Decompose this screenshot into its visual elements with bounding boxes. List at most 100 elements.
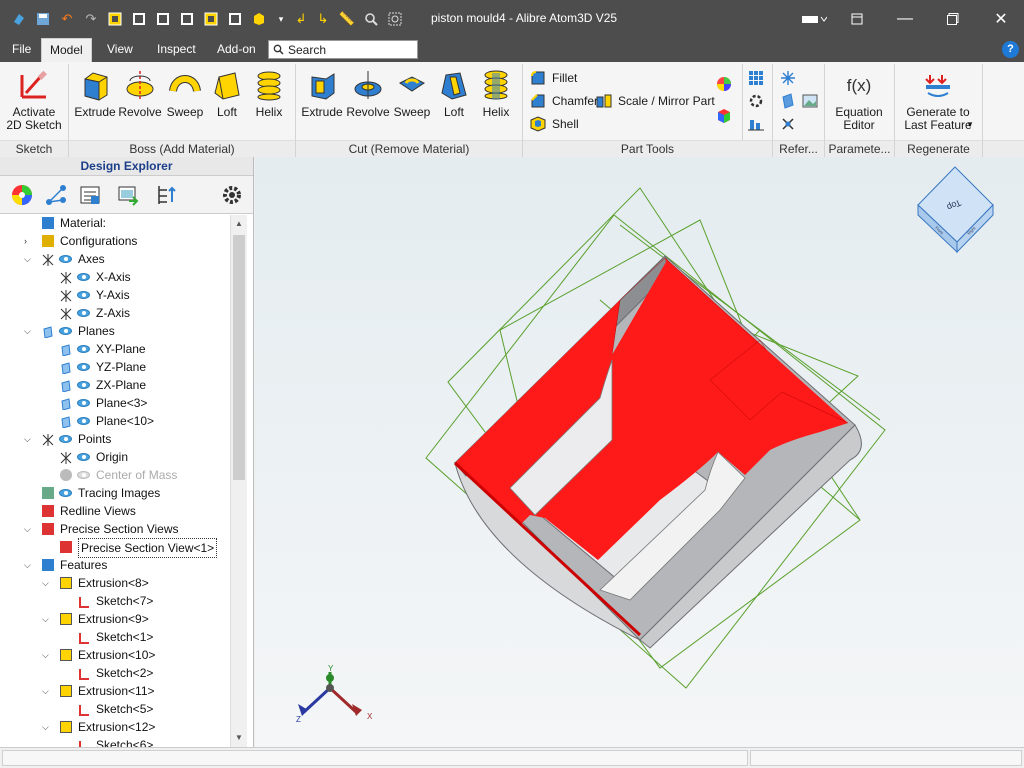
settings-gear-icon[interactable] <box>218 182 246 208</box>
view-top-icon[interactable] <box>130 10 148 28</box>
boss-loft-button[interactable]: Loft <box>206 68 248 119</box>
tree-item[interactable]: Tracing Images <box>0 484 230 502</box>
tree-item[interactable]: Sketch<2> <box>0 664 230 682</box>
collapse-chevron-icon[interactable]: ⌵ <box>24 520 34 538</box>
tree-item[interactable]: Z-Axis <box>0 304 230 322</box>
arrow-down-right-icon[interactable]: ↳ <box>314 10 332 28</box>
rollback-icon[interactable] <box>152 182 180 208</box>
cut-helix-button[interactable]: Helix <box>475 68 517 119</box>
collapse-chevron-icon[interactable]: ⌵ <box>24 250 34 268</box>
tree-item[interactable]: Sketch<5> <box>0 700 230 718</box>
collapse-chevron-icon[interactable]: ⌵ <box>24 322 34 340</box>
arrow-down-left-icon[interactable]: ↲ <box>292 10 310 28</box>
reference-axis-button[interactable] <box>780 70 796 86</box>
tree-item[interactable]: ⌵ Points <box>0 430 230 448</box>
tree-item[interactable]: ⌵ Features <box>0 556 230 574</box>
regenerate-dropdown-icon[interactable]: ▼ <box>966 120 974 129</box>
tree-item[interactable]: Precise Section View<1> <box>0 538 230 558</box>
close-button[interactable]: ✕ <box>978 0 1024 38</box>
collapse-chevron-icon[interactable]: ⌵ <box>42 682 52 700</box>
collapse-chevron-icon[interactable]: ⌵ <box>24 430 34 448</box>
visibility-eye-icon[interactable] <box>77 471 90 479</box>
tree-item[interactable]: Center of Mass <box>0 466 230 484</box>
zoom-icon[interactable] <box>362 10 380 28</box>
view-cube-icon[interactable] <box>250 10 268 28</box>
cut-extrude-button[interactable]: Extrude <box>299 68 345 119</box>
scroll-thumb[interactable] <box>233 235 245 480</box>
model-canvas[interactable]: Top Front Right Y X Z <box>255 157 1024 747</box>
zoom-window-icon[interactable] <box>386 10 404 28</box>
cut-loft-button[interactable]: Loft <box>433 68 475 119</box>
search-input[interactable]: Search <box>268 40 418 59</box>
measure-icon[interactable]: 📏 <box>338 10 356 28</box>
boss-extrude-button[interactable]: Extrude <box>72 68 118 119</box>
save-icon[interactable] <box>34 10 52 28</box>
view-right-icon[interactable] <box>154 10 172 28</box>
tree-item[interactable]: Plane<10> <box>0 412 230 430</box>
activate-2d-sketch-button[interactable]: Activate 2D Sketch <box>6 68 62 132</box>
undo-icon[interactable]: ↶ <box>58 10 76 28</box>
scale-mirror-button[interactable]: Scale / Mirror Part <box>596 93 715 109</box>
tree-item[interactable]: X-Axis <box>0 268 230 286</box>
visibility-eye-icon[interactable] <box>77 381 90 389</box>
align-button[interactable] <box>748 116 764 132</box>
tree-item[interactable]: ⌵ Planes <box>0 322 230 340</box>
tab-add-on[interactable]: Add-on <box>209 38 264 62</box>
tree-item[interactable]: Y-Axis <box>0 286 230 304</box>
boss-revolve-button[interactable]: Revolve <box>116 68 164 119</box>
chamfer-button[interactable]: Chamfer <box>530 93 598 109</box>
tree-item[interactable]: ZX-Plane <box>0 376 230 394</box>
tab-view[interactable]: View <box>99 38 141 62</box>
view-iso-icon[interactable] <box>178 10 196 28</box>
tree-item[interactable]: YZ-Plane <box>0 358 230 376</box>
tree-item[interactable]: ⌵ Precise Section Views <box>0 520 230 538</box>
tab-inspect[interactable]: Inspect <box>149 38 204 62</box>
collapse-chevron-icon[interactable]: ⌵ <box>42 646 52 664</box>
export-view-icon[interactable] <box>114 182 142 208</box>
view-iso2-icon[interactable] <box>202 10 220 28</box>
tree-item[interactable]: Sketch<7> <box>0 592 230 610</box>
collapse-chevron-icon[interactable]: ⌵ <box>42 574 52 592</box>
appearance-button[interactable] <box>716 76 732 92</box>
tree-item[interactable]: Sketch<1> <box>0 628 230 646</box>
scroll-up-icon[interactable]: ▲ <box>233 217 245 231</box>
maximize-button[interactable] <box>930 0 976 38</box>
tree-item[interactable]: Redline Views <box>0 502 230 520</box>
visibility-eye-icon[interactable] <box>77 291 90 299</box>
boss-helix-button[interactable]: Helix <box>248 68 290 119</box>
layout-dropdown-icon[interactable] <box>800 10 828 28</box>
minimize-button[interactable]: — <box>882 0 928 38</box>
tab-file[interactable]: File <box>4 38 39 62</box>
tree-item[interactable]: Sketch<6> <box>0 736 230 747</box>
visibility-eye-icon[interactable] <box>59 489 72 497</box>
appearance-palette-icon[interactable] <box>8 182 36 208</box>
tree-item[interactable]: Origin <box>0 448 230 466</box>
view-front-icon[interactable] <box>106 10 124 28</box>
tree-item[interactable]: › Configurations <box>0 232 230 250</box>
tree-item[interactable]: ⌵ Extrusion<12> <box>0 718 230 736</box>
tree-item[interactable]: ⌵ Axes <box>0 250 230 268</box>
tree-item[interactable]: Material: <box>0 214 230 232</box>
collapse-chevron-icon[interactable]: ⌵ <box>42 610 52 628</box>
help-icon[interactable]: ? <box>1002 41 1019 58</box>
cut-sweep-button[interactable]: Sweep <box>389 68 435 119</box>
3d-viewport[interactable]: Top Front Right Y X Z <box>255 157 1024 747</box>
visibility-eye-icon[interactable] <box>77 453 90 461</box>
app-icon[interactable] <box>10 10 28 28</box>
visibility-eye-icon[interactable] <box>77 399 90 407</box>
shell-button[interactable]: Shell <box>530 116 579 132</box>
visibility-eye-icon[interactable] <box>77 309 90 317</box>
visibility-eye-icon[interactable] <box>77 345 90 353</box>
properties-icon[interactable] <box>76 182 104 208</box>
visibility-eye-icon[interactable] <box>59 435 72 443</box>
boss-sweep-button[interactable]: Sweep <box>162 68 208 119</box>
tree-item[interactable]: XY-Plane <box>0 340 230 358</box>
reference-point-button[interactable] <box>780 116 796 132</box>
visibility-eye-icon[interactable] <box>77 273 90 281</box>
equation-editor-button[interactable]: f(x) Equation Editor <box>830 68 888 132</box>
cut-revolve-button[interactable]: Revolve <box>344 68 392 119</box>
tree-view-icon[interactable] <box>42 182 70 208</box>
reference-image-button[interactable] <box>802 93 818 109</box>
visibility-eye-icon[interactable] <box>59 327 72 335</box>
reference-plane-button[interactable] <box>780 93 796 109</box>
